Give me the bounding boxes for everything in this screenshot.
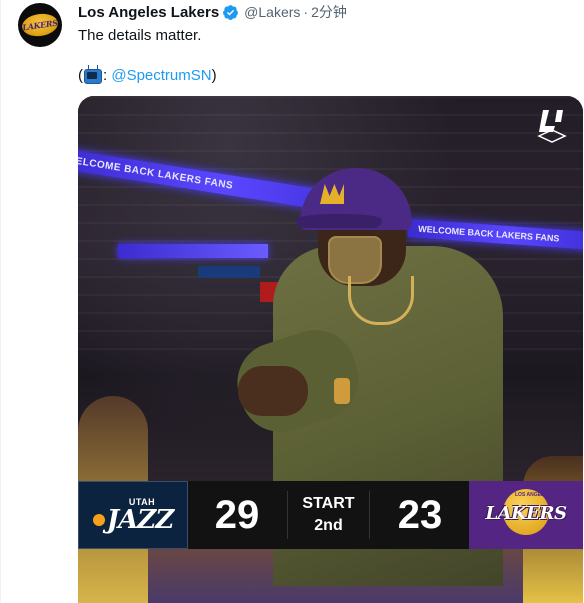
tweet-header: Los Angeles Lakers @Lakers · 2分钟	[78, 2, 347, 22]
away-team-logo: UTAH JAZZ	[78, 481, 188, 549]
gold-watch	[334, 378, 350, 404]
display-name[interactable]: Los Angeles Lakers	[78, 4, 219, 21]
verified-badge-icon	[223, 4, 239, 20]
score-panel: 29 START 2nd 23	[188, 481, 469, 549]
avatar-logo-label: LAKERS	[21, 17, 59, 33]
led-ribbon-lower	[118, 244, 268, 258]
home-team-name: LAKERS	[485, 503, 567, 524]
period-quarter: 2nd	[314, 517, 343, 534]
tweet-credit-line: ( : @SpectrumSN )	[78, 66, 217, 86]
away-score: 29	[214, 492, 260, 537]
mention-link[interactable]: @SpectrumSN	[111, 66, 211, 86]
cap-brim	[296, 214, 382, 228]
home-score: 23	[397, 492, 443, 537]
timestamp[interactable]: 2分钟	[311, 2, 347, 22]
period-status: START	[302, 495, 355, 512]
home-team-logo: LOS ANGELES LAKERS	[469, 481, 583, 549]
header-separator: ·	[303, 4, 309, 20]
handle[interactable]: @Lakers	[244, 4, 300, 20]
la-watermark-icon	[537, 110, 567, 143]
person-hands	[238, 366, 308, 416]
away-team-name: JAZZ	[106, 504, 174, 535]
scorebug: UTAH JAZZ 29 START 2nd 23 LOS ANGELES LA…	[78, 481, 583, 549]
home-team-arc-text: LOS ANGELES	[515, 492, 551, 498]
jazz-basketball-icon	[92, 513, 105, 526]
game-period: START 2nd	[287, 491, 370, 539]
credit-colon: :	[103, 67, 112, 84]
television-icon	[84, 68, 102, 84]
tweet-text: The details matter.	[78, 27, 202, 44]
video-player[interactable]: WELCOME BACK LAKERS FANS WELCOME BACK LA…	[78, 96, 583, 603]
credit-open-paren: (	[78, 67, 83, 84]
avatar[interactable]: LAKERS	[18, 3, 62, 47]
lakers-logo-icon: LAKERS	[20, 11, 60, 39]
timeline-divider	[0, 0, 1, 603]
credit-close-paren: )	[211, 67, 217, 84]
sponsor-board	[198, 266, 260, 278]
